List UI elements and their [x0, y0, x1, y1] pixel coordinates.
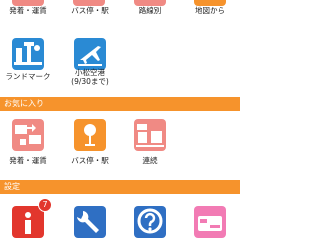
- favorites-header: お気に入り: [0, 97, 240, 111]
- airplane-icon: [74, 38, 106, 70]
- departure-fare-icon: [12, 119, 44, 151]
- favorites-title: お気に入り: [4, 99, 44, 108]
- info-icon: [12, 206, 44, 238]
- komatsu-airport-sublabel: (9/30まで): [71, 77, 109, 86]
- search-map-label: 地図から: [195, 6, 225, 15]
- bus-stop-icon: [74, 119, 106, 151]
- favorite-continuous-label: 連続: [142, 156, 158, 165]
- search-bus-stop-label: バス停・駅: [71, 6, 109, 15]
- wrench-icon: [74, 206, 106, 238]
- landmark-label: ランドマーク: [5, 72, 51, 81]
- ic-card-icon: [194, 206, 226, 238]
- notification-badge: 7: [38, 198, 52, 212]
- search-route-label: 路線別: [138, 6, 162, 15]
- settings-header: 設定: [0, 180, 240, 194]
- favorite-bus-stop-label: バス停・駅: [71, 156, 109, 165]
- question-icon: [134, 206, 166, 238]
- notification-count: 7: [42, 200, 48, 209]
- settings-title: 設定: [4, 182, 20, 191]
- search-departure-fare-label: 発着・運賃: [9, 6, 47, 15]
- landmark-icon: [12, 38, 44, 70]
- continuous-icon: [134, 119, 166, 151]
- favorite-departure-fare-label: 発着・運賃: [9, 156, 47, 165]
